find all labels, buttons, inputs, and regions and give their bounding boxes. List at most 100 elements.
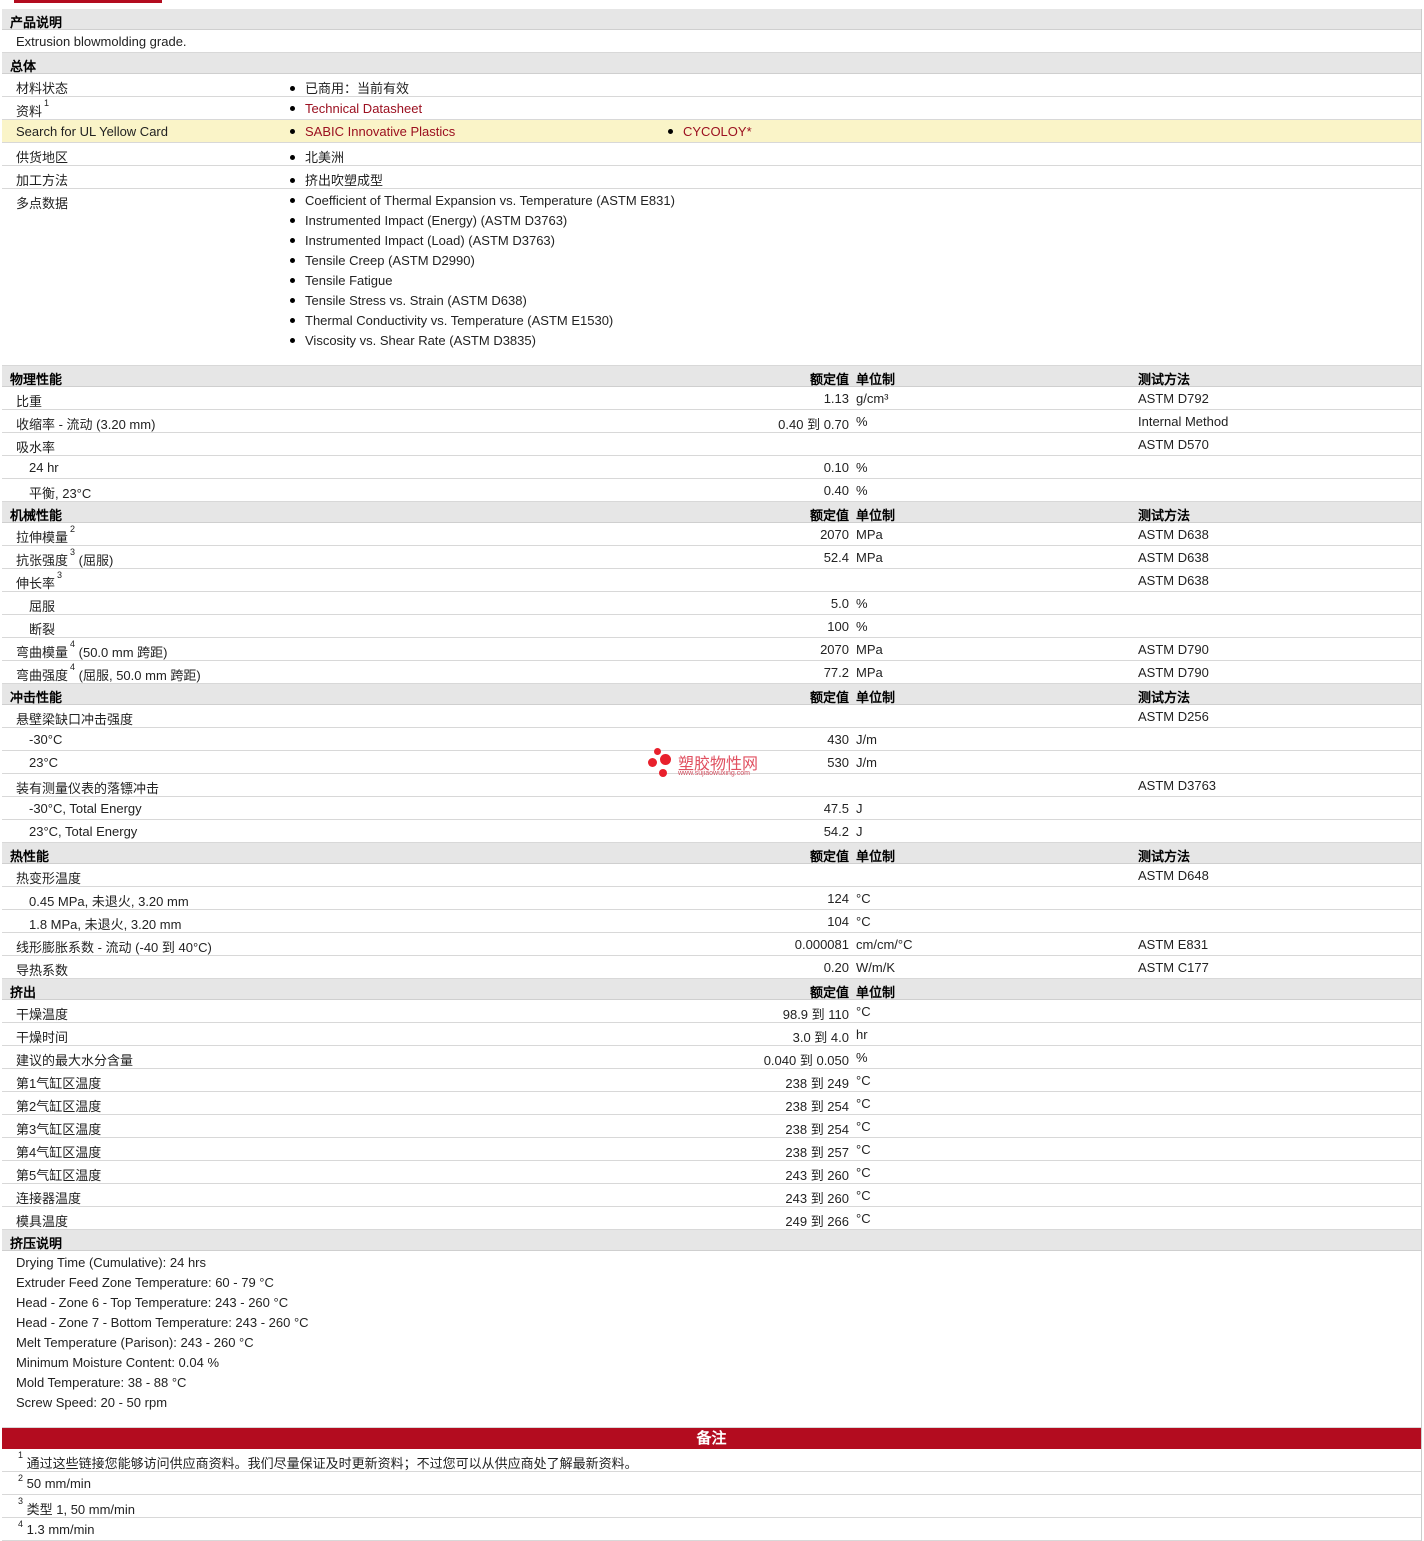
- row-method: ASTM D638: [1138, 573, 1209, 588]
- list-item: Tensile Stress vs. Strain (ASTM D638): [290, 293, 675, 313]
- table-row: 悬壁梁缺口冲击强度 ASTM D256: [2, 705, 1421, 728]
- row-unit: %: [856, 414, 868, 429]
- sabic-link[interactable]: SABIC Innovative Plastics: [305, 124, 455, 139]
- note-3: 3 类型 1, 50 mm/min: [2, 1495, 1421, 1518]
- section-title: 挤出: [10, 985, 37, 1000]
- table-row: -30°C, Total Energy 47.5 J: [2, 797, 1421, 820]
- row-unit: %: [856, 1050, 868, 1065]
- list-item: Thermal Conductivity vs. Temperature (AS…: [290, 313, 675, 333]
- row-label: 悬壁梁缺口冲击强度: [16, 712, 134, 727]
- region-value: 北美洲: [290, 147, 344, 166]
- table-row: 23°C, Total Energy 54.2 J: [2, 820, 1421, 843]
- multipoint-label: 多点数据: [16, 196, 69, 211]
- row-value: 98.9 到 110: [782, 1007, 849, 1022]
- row-label: 1.8 MPa, 未退火, 3.20 mm: [29, 917, 182, 932]
- note-2: 2 50 mm/min: [2, 1472, 1421, 1495]
- product-desc-row: Extrusion blowmolding grade.: [2, 30, 1421, 53]
- table-row: 第5气缸区温度 243 到 260 °C: [2, 1161, 1421, 1184]
- row-unit: J: [856, 824, 863, 839]
- row-unit: cm/cm/°C: [856, 937, 913, 952]
- section-title: 产品说明: [10, 15, 63, 30]
- row-label: 装有测量仪表的落镖冲击: [16, 781, 160, 796]
- row-value: 52.4: [823, 550, 849, 565]
- list-item: Viscosity vs. Shear Rate (ASTM D3835): [290, 333, 675, 353]
- row-method: ASTM C177: [1138, 960, 1209, 975]
- bullet-icon: [290, 318, 295, 324]
- table-row: 建议的最大水分含量 0.040 到 0.050%: [2, 1046, 1421, 1069]
- row-label: 第2气缸区温度: [16, 1099, 102, 1114]
- row-label: 弯曲模量4 (50.0 mm 跨距): [16, 639, 168, 660]
- row-unit: %: [856, 596, 868, 611]
- thermal-rows: 热变形温度 ASTM D648 0.45 MPa, 未退火, 3.20 mm 124 °…: [2, 864, 1421, 979]
- row-unit: J: [856, 801, 863, 816]
- header-value: 额定值: [809, 849, 849, 864]
- row-label: 干燥时间: [16, 1030, 69, 1045]
- row-label: 模具温度: [16, 1214, 69, 1229]
- bullet-icon: [290, 298, 295, 304]
- row-value: 530: [827, 755, 849, 770]
- row-label: 平衡, 23°C: [29, 486, 92, 501]
- table-row: 比重 1.13 g/cm³ ASTM D792: [2, 387, 1421, 410]
- header-unit: 单位制: [856, 508, 896, 523]
- section-thermal: 热性能 额定值 单位制 测试方法: [2, 843, 1421, 864]
- table-row: 0.45 MPa, 未退火, 3.20 mm 124 °C: [2, 887, 1421, 910]
- bullet-icon: [290, 338, 295, 344]
- row-unit: MPa: [856, 550, 883, 565]
- row-unit: °C: [856, 1004, 871, 1019]
- list-item: Minimum Moisture Content: 0.04 %: [16, 1355, 220, 1370]
- row-label: 比重: [16, 394, 43, 409]
- row-value: 0.000081: [794, 937, 849, 952]
- technical-datasheet-link[interactable]: Technical Datasheet: [305, 101, 422, 116]
- row-value: 0.40 到 0.70: [778, 417, 849, 432]
- section-extrusion-notes: 挤压说明: [2, 1230, 1421, 1251]
- row-value: 249 到 266: [785, 1214, 849, 1229]
- row-method: ASTM D638: [1138, 527, 1209, 542]
- row-method: ASTM D638: [1138, 550, 1209, 565]
- header-unit: 单位制: [856, 849, 896, 864]
- section-title: 物理性能: [10, 372, 63, 387]
- row-label: 弯曲强度4 (屈服, 50.0 mm 跨距): [16, 662, 201, 683]
- multipoint-list: Coefficient of Thermal Expansion vs. Tem…: [290, 193, 675, 353]
- row-value: 124: [827, 891, 849, 906]
- row-value: 77.2: [823, 665, 849, 680]
- section-mechanical: 机械性能 额定值 单位制 测试方法: [2, 502, 1421, 523]
- row-unit: g/cm³: [856, 391, 889, 406]
- row-label: 干燥温度: [16, 1007, 69, 1022]
- row-unit: hr: [856, 1027, 868, 1042]
- cycoloy-link[interactable]: CYCOLOY*: [683, 124, 752, 139]
- section-title: 总体: [10, 59, 37, 74]
- ul-value-1: SABIC Innovative Plastics: [290, 124, 455, 139]
- row-unit: °C: [856, 1188, 871, 1203]
- row-unit: J/m: [856, 755, 877, 770]
- row-value: 238 到 254: [785, 1122, 849, 1137]
- row-label: 热变形温度: [16, 871, 82, 886]
- list-item: Coefficient of Thermal Expansion vs. Tem…: [290, 193, 675, 213]
- header-method: 测试方法: [1138, 849, 1191, 864]
- row-unit: °C: [856, 1119, 871, 1134]
- row-unit: °C: [856, 891, 871, 906]
- header-method: 测试方法: [1138, 508, 1191, 523]
- header-value: 额定值: [809, 690, 849, 705]
- row-unit: %: [856, 483, 868, 498]
- mechanical-rows: 拉伸模量2 2070 MPa ASTM D638 抗张强度3 (屈服) 52.4 MPa AS…: [2, 523, 1421, 684]
- note-4: 4 1.3 mm/min: [2, 1518, 1421, 1541]
- info-row: 资料1 Technical Datasheet: [2, 97, 1421, 120]
- row-unit: MPa: [856, 527, 883, 542]
- notes-header: 备注: [2, 1428, 1421, 1449]
- top-tab-indicator: [14, 0, 162, 3]
- table-row: 第4气缸区温度 238 到 257 °C: [2, 1138, 1421, 1161]
- row-method: Internal Method: [1138, 414, 1229, 429]
- row-method: ASTM D792: [1138, 391, 1209, 406]
- bullet-icon: [290, 178, 295, 184]
- table-row: 模具温度 249 到 266 °C: [2, 1207, 1421, 1230]
- extrusion-notes-row: Drying Time (Cumulative): 24 hrs Extrude…: [2, 1251, 1421, 1428]
- header-unit: 单位制: [856, 690, 896, 705]
- row-value: 104: [827, 914, 849, 929]
- row-label: -30°C: [29, 732, 63, 747]
- row-method: ASTM D570: [1138, 437, 1209, 452]
- row-unit: °C: [856, 1165, 871, 1180]
- table-row: 热变形温度 ASTM D648: [2, 864, 1421, 887]
- table-row: 弯曲模量4 (50.0 mm 跨距) 2070 MPa ASTM D790: [2, 638, 1421, 661]
- row-value: 243 到 260: [785, 1168, 849, 1183]
- row-value: 1.13: [823, 391, 849, 406]
